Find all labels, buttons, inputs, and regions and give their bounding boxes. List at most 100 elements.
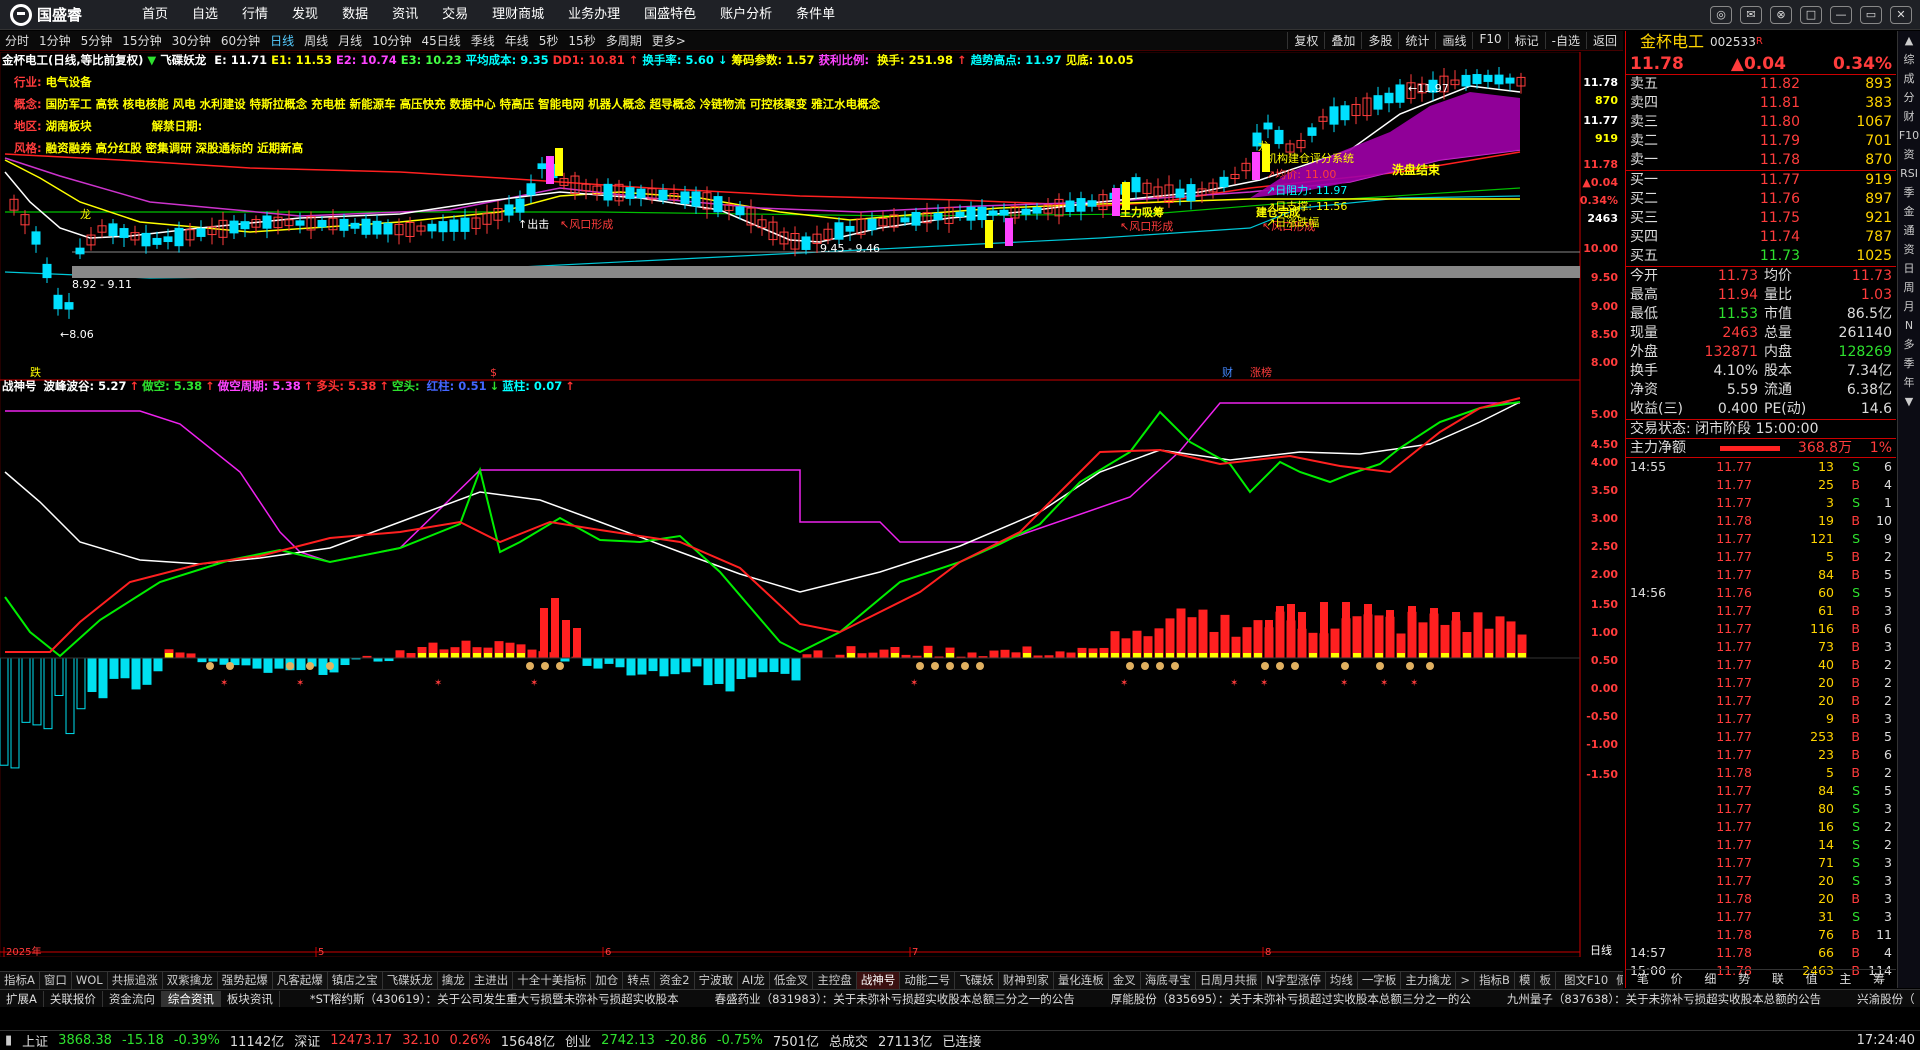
tick-list[interactable]: 14:55 11.77 13 S 6 11.77 25 B 4 11.77 3 S 1 11.78 19 B 1…	[1626, 458, 1896, 1006]
sidebar-item-18[interactable]: 年	[1898, 373, 1920, 392]
indicator-tab-1[interactable]: 窗口	[40, 972, 72, 989]
indicator-tab-4[interactable]: 双紫擒龙	[163, 972, 218, 989]
indicator-tab-6[interactable]: 凡客起爆	[273, 972, 328, 989]
window-control-icon-4[interactable]: —	[1830, 5, 1852, 24]
period-tab-0[interactable]: 分时	[0, 32, 34, 49]
indicator-tab-8[interactable]: 飞碟妖龙	[383, 972, 438, 989]
indicator-tab-31[interactable]: >	[1456, 972, 1476, 989]
indicator-tab-26[interactable]: 日周月共振	[1196, 972, 1263, 989]
indicator-tab-33[interactable]: 模	[1515, 972, 1536, 989]
sidebar-item-19[interactable]: ▼	[1898, 392, 1920, 411]
indicator-tab-34[interactable]: 板	[1535, 972, 1556, 989]
news-tab-0[interactable]: 扩展A	[0, 990, 44, 1007]
news-tab-1[interactable]: 关联报价	[44, 990, 103, 1007]
period-tab-4[interactable]: 30分钟	[167, 32, 216, 49]
period-tab-9[interactable]: 10分钟	[367, 32, 416, 49]
sidebar-item-15[interactable]: N	[1898, 316, 1920, 335]
chart-tool-7[interactable]: -自选	[1544, 32, 1586, 49]
kline-chart[interactable]: 金杯电工(日线,等比前复权) ▼ 飞碟妖龙 E: 11.71 E1: 11.53 E2:…	[0, 51, 1623, 958]
sidebar-item-11[interactable]: 资	[1898, 240, 1920, 259]
news-item-0[interactable]: *ST榕约斯（430619）：关于公司发生重大亏损暨未弥补亏损超实收股本	[304, 991, 685, 1007]
menu-item-2[interactable]: 行情	[230, 0, 280, 30]
menu-item-3[interactable]: 发现	[280, 0, 330, 30]
ask-levels-row[interactable]: 卖三 11.80 1067	[1626, 113, 1896, 132]
quote-tab-7[interactable]: 筹	[1873, 970, 1885, 988]
indicator-tab-32[interactable]: 指标B	[1475, 972, 1515, 989]
bid-levels-row[interactable]: 买五 11.73 1025	[1626, 247, 1896, 266]
indicator-tab-7[interactable]: 镇店之宝	[328, 972, 383, 989]
window-control-icon-1[interactable]: ✉	[1740, 5, 1762, 24]
indicator-tab-27[interactable]: N字型涨停	[1262, 972, 1326, 989]
period-tab-16[interactable]: 更多>	[647, 32, 691, 49]
indicator-tab-22[interactable]: 财神到家	[999, 972, 1054, 989]
indicator-tab-13[interactable]: 转点	[623, 972, 656, 989]
menu-item-6[interactable]: 交易	[430, 0, 480, 30]
news-item-1[interactable]: 春盛药业（831983）：关于未弥补亏损超实收股本总额三分之一的公告	[709, 991, 1081, 1007]
period-tab-10[interactable]: 45日线	[416, 32, 465, 49]
indicator-tab-18[interactable]: 主控盘	[813, 972, 857, 989]
menu-item-0[interactable]: 首页	[130, 0, 180, 30]
menu-item-11[interactable]: 条件单	[784, 0, 847, 30]
indicator-tab-14[interactable]: 资金2	[655, 972, 695, 989]
news-item-2[interactable]: 厚能股份（835695）：关于未弥补亏损超过实收股本总额三分之一的公	[1105, 991, 1477, 1007]
indicator-tab-25[interactable]: 海底寻宝	[1141, 972, 1196, 989]
sidebar-item-10[interactable]: 通	[1898, 221, 1920, 240]
quote-tab-5[interactable]: 值	[1806, 970, 1818, 988]
bid-levels-row[interactable]: 买一 11.77 919	[1626, 171, 1896, 190]
period-tab-8[interactable]: 月线	[333, 32, 367, 49]
f10-tab-0[interactable]: 图文F10	[1560, 973, 1612, 987]
period-tab-13[interactable]: 5秒	[534, 32, 564, 49]
period-tab-14[interactable]: 15秒	[563, 32, 600, 49]
indicator-tab-2[interactable]: WOL	[72, 972, 108, 989]
period-tab-7[interactable]: 周线	[299, 32, 333, 49]
indicator-tab-30[interactable]: 主力擒龙	[1401, 972, 1457, 989]
indicator-tab-29[interactable]: 一字板	[1358, 972, 1402, 989]
period-tab-3[interactable]: 15分钟	[117, 32, 166, 49]
indicator-tab-0[interactable]: 指标A	[0, 972, 40, 989]
window-control-icon-2[interactable]: ⊗	[1770, 5, 1792, 24]
menu-item-10[interactable]: 账户分析	[708, 0, 784, 30]
indicator-tab-21[interactable]: 飞碟妖	[955, 972, 999, 989]
volume-icon[interactable]: ▮	[0, 1033, 17, 1048]
sidebar-item-5[interactable]: F10	[1898, 126, 1920, 145]
sidebar-item-2[interactable]: 成	[1898, 69, 1920, 88]
indicator-tab-16[interactable]: AI龙	[738, 972, 770, 989]
sidebar-item-0[interactable]: ▲	[1898, 31, 1920, 50]
news-item-4[interactable]: 兴渝股份（	[1851, 991, 1920, 1007]
indicator-tab-28[interactable]: 均线	[1326, 972, 1358, 989]
sidebar-item-3[interactable]: 分	[1898, 88, 1920, 107]
chart-tool-4[interactable]: 画线	[1435, 32, 1472, 49]
news-tab-2[interactable]: 资金流向	[103, 990, 162, 1007]
window-control-icon-5[interactable]: ▭	[1860, 5, 1882, 24]
sidebar-item-6[interactable]: 资	[1898, 145, 1920, 164]
sidebar-item-4[interactable]: 财	[1898, 107, 1920, 126]
indicator-tab-24[interactable]: 金叉	[1109, 972, 1141, 989]
quote-tab-4[interactable]: 联	[1772, 970, 1784, 988]
chart-tool-2[interactable]: 多股	[1361, 32, 1398, 49]
ask-levels-row[interactable]: 卖一 11.78 870	[1626, 151, 1896, 170]
sidebar-item-7[interactable]: RSI	[1898, 164, 1920, 183]
chart-tool-6[interactable]: 标记	[1507, 32, 1545, 49]
quote-tab-0[interactable]: 笔	[1637, 970, 1649, 988]
indicator-tab-9[interactable]: 擒龙	[438, 972, 470, 989]
indicator-tab-17[interactable]: 低金叉	[770, 972, 814, 989]
menu-item-8[interactable]: 业务办理	[556, 0, 632, 30]
sidebar-item-14[interactable]: 月	[1898, 297, 1920, 316]
sidebar-item-12[interactable]: 日	[1898, 259, 1920, 278]
sidebar-item-13[interactable]: 周	[1898, 278, 1920, 297]
sidebar-item-8[interactable]: 季	[1898, 183, 1920, 202]
chart-tool-5[interactable]: F10	[1472, 32, 1507, 49]
sidebar-item-16[interactable]: 多	[1898, 335, 1920, 354]
chart-tool-0[interactable]: 复权	[1287, 32, 1324, 49]
chart-tool-8[interactable]: 返回	[1585, 32, 1623, 49]
sidebar-item-17[interactable]: 季	[1898, 354, 1920, 373]
indicator-tab-19[interactable]: 战神号	[856, 972, 901, 989]
ask-levels-row[interactable]: 卖四 11.81 383	[1626, 94, 1896, 113]
period-tab-11[interactable]: 季线	[466, 32, 500, 49]
bid-levels-row[interactable]: 买二 11.76 897	[1626, 190, 1896, 209]
period-tab-5[interactable]: 60分钟	[216, 32, 265, 49]
window-control-icon-3[interactable]: □	[1800, 5, 1822, 24]
bid-levels-row[interactable]: 买三 11.75 921	[1626, 209, 1896, 228]
period-tab-12[interactable]: 年线	[500, 32, 534, 49]
window-control-icon-0[interactable]: ◎	[1710, 5, 1732, 24]
